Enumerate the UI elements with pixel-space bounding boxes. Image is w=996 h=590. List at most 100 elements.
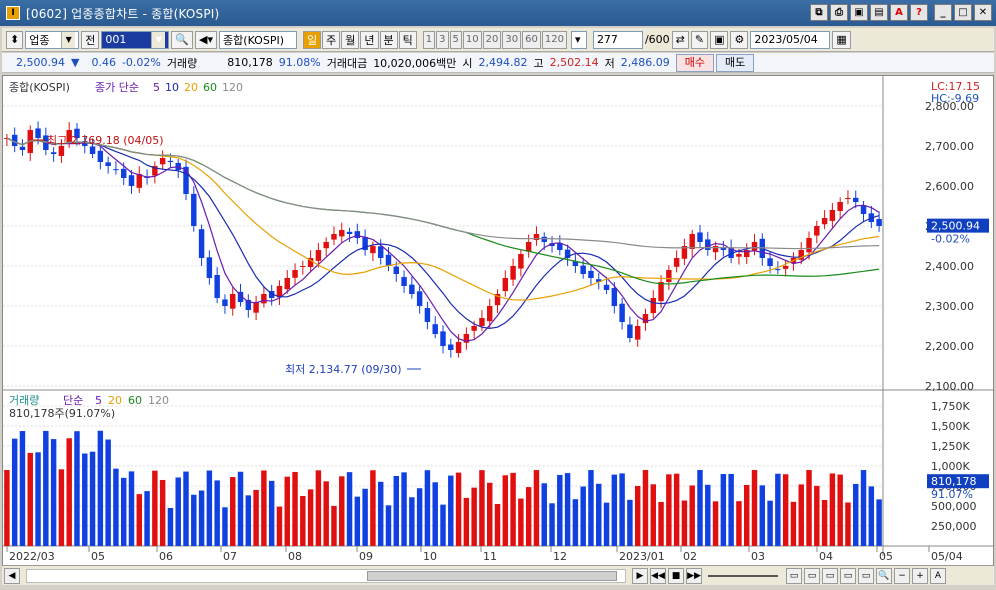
- high-annotation: 최고 2,769.18 (04/05): [47, 134, 164, 147]
- prev-button[interactable]: 전: [81, 30, 100, 49]
- volume-bar: [634, 486, 641, 546]
- volume-bar: [424, 470, 431, 546]
- volume-tick-label: 1,250K: [931, 440, 970, 453]
- interval-button-0[interactable]: 1: [422, 30, 436, 49]
- calendar-icon[interactable]: ▦: [832, 30, 851, 49]
- y-tick-label: 2,700.00: [925, 140, 974, 153]
- candle-body: [814, 226, 820, 236]
- period-button-0[interactable]: 일: [303, 30, 322, 49]
- view4-icon[interactable]: ▭: [840, 567, 856, 584]
- interval-button-4[interactable]: 20: [482, 30, 502, 49]
- volume-bar: [66, 438, 72, 546]
- volume-bar: [603, 502, 610, 546]
- volume-bar: [35, 452, 41, 546]
- volume-bar: [720, 474, 727, 546]
- volume-bar: [245, 495, 252, 546]
- last-price-label: 2,500.94: [931, 220, 980, 233]
- candle-body: [253, 302, 259, 313]
- high-label: 고: [533, 56, 544, 70]
- interval-button-3[interactable]: 10: [462, 30, 482, 49]
- chart-svg[interactable]: 2,800.002,700.002,600.002,500.002,400.00…: [3, 76, 993, 566]
- pin-icon[interactable]: ⬍: [6, 30, 24, 49]
- close-icon[interactable]: ✕: [974, 4, 992, 21]
- interval-button-6[interactable]: 60: [522, 30, 541, 49]
- candle-body: [782, 266, 789, 269]
- minimize-icon[interactable]: _: [934, 4, 952, 21]
- plus-icon[interactable]: +: [912, 567, 928, 584]
- interval-button-1[interactable]: 3: [436, 30, 449, 49]
- link-icon[interactable]: ⧉: [810, 4, 828, 21]
- volume-pct: 91.08%: [278, 56, 321, 69]
- view2-icon[interactable]: ▭: [804, 567, 820, 584]
- gear-icon[interactable]: ⚙: [730, 30, 749, 49]
- volume-bar: [533, 470, 540, 546]
- maximize-icon[interactable]: □: [954, 4, 972, 21]
- interval-button-7[interactable]: 120: [541, 30, 567, 49]
- screen-icon[interactable]: ▣: [850, 4, 868, 21]
- scroll-left-icon[interactable]: ◀: [4, 567, 20, 584]
- candle-body: [214, 274, 220, 298]
- candle-body: [105, 162, 111, 166]
- interval-button-5[interactable]: 30: [502, 30, 522, 49]
- scroll-thumb[interactable]: [367, 570, 617, 581]
- view-icon[interactable]: ▭: [786, 567, 802, 584]
- font-size-icon[interactable]: A: [930, 567, 946, 584]
- period-button-1[interactable]: 주: [322, 30, 341, 49]
- period-button-3[interactable]: 년: [360, 30, 379, 49]
- candle-body: [471, 326, 477, 331]
- chevron-down-icon[interactable]: ▼: [61, 31, 76, 48]
- rewind-icon[interactable]: ◀◀: [650, 567, 666, 584]
- buy-button[interactable]: 매수: [675, 53, 714, 72]
- stop-icon[interactable]: ■: [668, 567, 684, 584]
- view5-icon[interactable]: ▭: [858, 567, 874, 584]
- low-label: 저: [604, 56, 615, 70]
- volume-bar: [159, 479, 166, 546]
- prev-data-icon[interactable]: ⇄: [671, 30, 689, 49]
- date-input[interactable]: 2023/05/04: [750, 30, 831, 49]
- speaker-icon[interactable]: ◀▾: [195, 30, 218, 49]
- volume-bar: [175, 477, 181, 546]
- font-icon[interactable]: A: [890, 4, 908, 21]
- candle-body: [837, 202, 843, 211]
- zoom-slider[interactable]: [708, 574, 778, 577]
- interval-dropdown[interactable]: ▾: [570, 30, 587, 49]
- save-icon[interactable]: ▤: [870, 4, 888, 21]
- play-icon[interactable]: ▶: [632, 567, 648, 584]
- candle-body: [666, 270, 672, 283]
- volume-bar: [658, 501, 664, 546]
- volume-bar: [782, 474, 789, 546]
- scrollbar[interactable]: [26, 568, 626, 583]
- chart-area[interactable]: 2,800.002,700.002,600.002,500.002,400.00…: [2, 75, 994, 571]
- tool-icon[interactable]: ✎: [690, 30, 709, 49]
- chevron-down-icon[interactable]: ▼: [151, 31, 166, 48]
- help-icon[interactable]: ?: [910, 4, 928, 21]
- volume-bar: [712, 501, 719, 546]
- volume-ma-120: 120: [148, 394, 169, 407]
- minus-icon[interactable]: −: [894, 567, 910, 584]
- print-icon[interactable]: ⎙: [830, 4, 848, 21]
- interval-button-2[interactable]: 5: [449, 30, 462, 49]
- zoom-icon[interactable]: 🔍: [876, 567, 892, 584]
- volume-bar: [557, 474, 563, 546]
- sector-select[interactable]: 업종 ▼: [25, 30, 80, 49]
- candle-body: [720, 248, 727, 250]
- volume-bar: [198, 490, 205, 546]
- code-input[interactable]: 001 ▼: [101, 30, 170, 49]
- volume-bar: [860, 470, 867, 546]
- volume-bar: [261, 470, 267, 546]
- count-input[interactable]: 277: [592, 30, 643, 49]
- candle-body: [19, 146, 26, 150]
- period-button-4[interactable]: 분: [379, 30, 398, 49]
- disk-icon[interactable]: ▣: [710, 30, 729, 49]
- period-button-5[interactable]: 틱: [398, 30, 417, 49]
- quote-bar: 2,500.94 ▼ 0.46 -0.02% 거래량 810,178 91.08…: [2, 53, 994, 73]
- fast-forward-icon[interactable]: ▶▶: [686, 567, 702, 584]
- sell-button[interactable]: 매도: [716, 53, 755, 72]
- volume-bar: [650, 484, 656, 546]
- search-icon[interactable]: 🔍: [171, 30, 194, 49]
- x-tick-label: 04: [819, 550, 833, 563]
- period-button-2[interactable]: 월: [341, 30, 360, 49]
- view3-icon[interactable]: ▭: [822, 567, 838, 584]
- volume-bar: [728, 473, 734, 546]
- volume-bar: [74, 431, 80, 546]
